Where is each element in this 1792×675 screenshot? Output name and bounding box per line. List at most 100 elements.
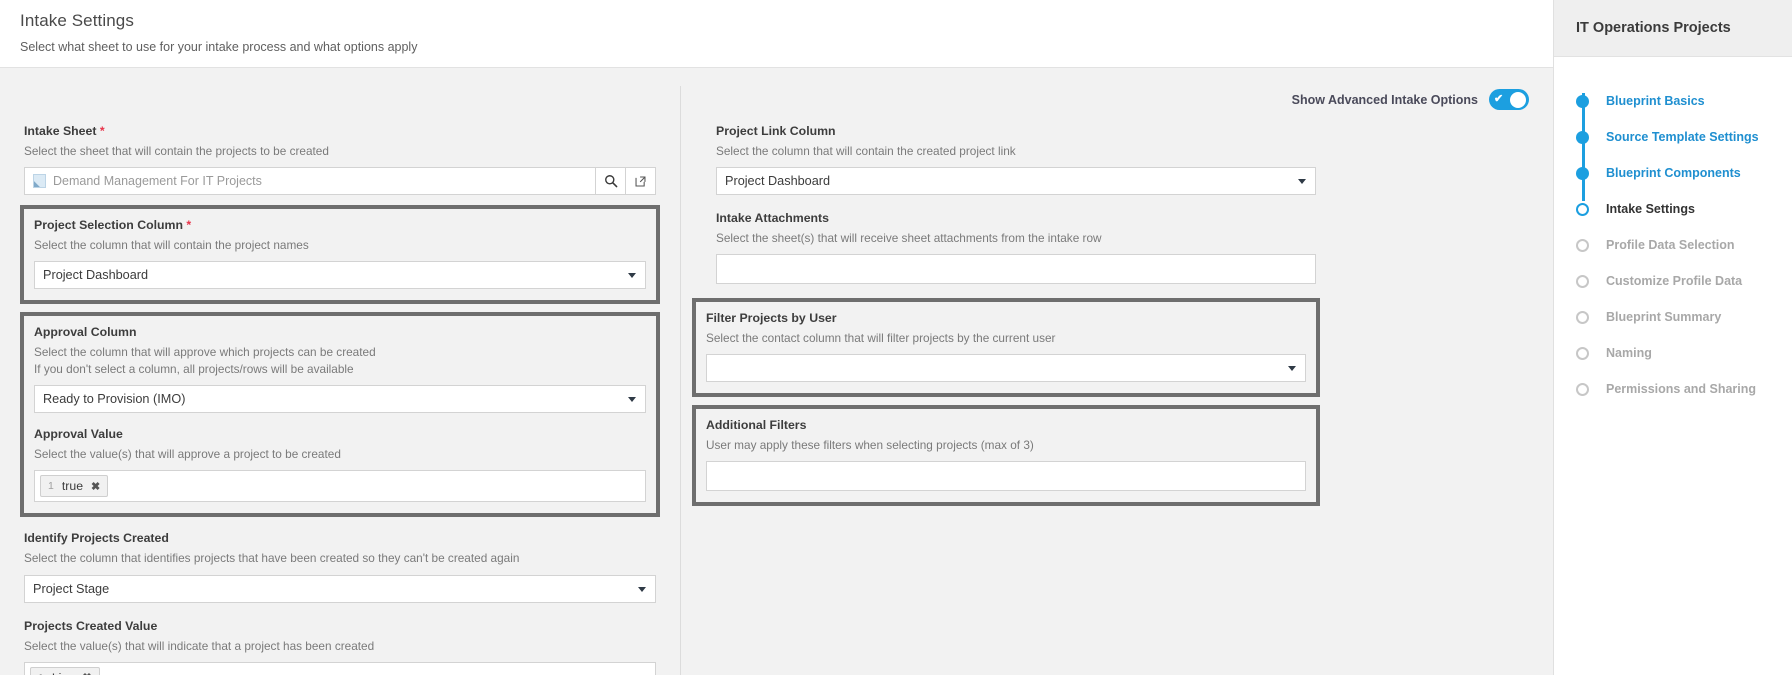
sidebar-step-profile-data-selection[interactable]: Profile Data Selection	[1554, 227, 1792, 263]
project-link-column-value: Project Dashboard	[725, 174, 831, 189]
intake-sheet-value: Demand Management For IT Projects	[53, 174, 262, 189]
sidebar-step-blueprint-components[interactable]: Blueprint Components	[1554, 155, 1792, 191]
projects-created-value-token-box[interactable]: 1 Live ✖	[24, 661, 656, 675]
step-marker	[1576, 238, 1606, 252]
approval-value-token-box[interactable]: 1 true ✖	[34, 470, 646, 503]
filter-projects-by-user-select[interactable]	[706, 354, 1306, 383]
intake-sheet-input[interactable]: Demand Management For IT Projects	[24, 167, 596, 196]
sidebar-step-intake-settings[interactable]: Intake Settings	[1554, 191, 1792, 227]
project-selection-column-label: Project Selection Column *	[34, 218, 192, 233]
sidebar-header: IT Operations Projects	[1554, 0, 1792, 57]
sidebar-step-blueprint-summary[interactable]: Blueprint Summary	[1554, 299, 1792, 335]
step-label: Intake Settings	[1606, 202, 1695, 216]
highlight-project-selection-column: Project Selection Column * Select the co…	[20, 205, 660, 305]
project-link-column-select[interactable]: Project Dashboard	[716, 167, 1316, 196]
project-selection-column-select[interactable]: Project Dashboard	[34, 261, 646, 290]
token-label: true	[61, 479, 84, 494]
open-external-icon	[635, 176, 646, 187]
field-project-link-column: Project Link Column Select the column th…	[692, 124, 1340, 196]
token-remove-icon[interactable]: ✖	[82, 671, 91, 675]
step-marker	[1576, 310, 1606, 324]
step-dot-current-icon	[1576, 202, 1589, 216]
approval-value-help: Select the value(s) that will approve a …	[34, 447, 341, 462]
sidebar-step-source-template-settings[interactable]: Source Template Settings	[1554, 119, 1792, 155]
page-subtitle: Select what sheet to use for your intake…	[20, 40, 418, 54]
step-label: Blueprint Basics	[1606, 94, 1705, 108]
step-label: Blueprint Summary	[1606, 310, 1722, 324]
token-label: Live	[52, 671, 75, 675]
step-dot-filled-icon	[1576, 94, 1589, 108]
approval-column-help-line1: Select the column that will approve whic…	[34, 345, 376, 360]
step-marker	[1576, 382, 1606, 396]
left-column: Intake Sheet * Select the sheet that wil…	[0, 124, 680, 675]
field-approval-column: Approval Column Select the column that w…	[24, 325, 656, 414]
approval-value-label: Approval Value	[34, 427, 123, 442]
step-dot-empty-icon	[1576, 346, 1589, 360]
approval-column-select[interactable]: Ready to Provision (IMO)	[34, 385, 646, 414]
chevron-down-icon	[628, 397, 636, 403]
approval-column-help: Select the column that will approve whic…	[34, 344, 646, 378]
page-header: Intake Settings Select what sheet to use…	[0, 0, 1553, 68]
token-index: 1	[38, 672, 44, 675]
wizard-sidebar: IT Operations Projects Blueprint Basics …	[1554, 0, 1792, 675]
intake-sheet-input-row: Demand Management For IT Projects	[24, 167, 656, 196]
intake-sheet-open-button[interactable]	[626, 167, 656, 196]
field-approval-value: Approval Value Select the value(s) that …	[24, 427, 656, 503]
intake-sheet-label: Intake Sheet *	[24, 124, 105, 138]
highlight-filter-projects-by-user: Filter Projects by User Select the conta…	[692, 298, 1320, 398]
token-remove-icon[interactable]: ✖	[91, 480, 100, 493]
step-label: Profile Data Selection	[1606, 238, 1735, 252]
step-marker	[1576, 130, 1606, 144]
filter-projects-by-user-label: Filter Projects by User	[706, 311, 837, 326]
step-dot-empty-icon	[1576, 274, 1589, 288]
step-label: Permissions and Sharing	[1606, 382, 1757, 396]
wizard-steps: Blueprint Basics Source Template Setting…	[1554, 57, 1792, 407]
token: 1 true ✖	[40, 475, 109, 498]
step-connector-line	[1581, 93, 1585, 201]
field-additional-filters: Additional Filters User may apply these …	[696, 418, 1316, 492]
step-label: Blueprint Components	[1606, 166, 1741, 180]
intake-sheet-search-button[interactable]	[596, 167, 626, 196]
chevron-down-icon	[628, 273, 636, 279]
required-marker: *	[99, 124, 105, 138]
step-marker	[1576, 166, 1606, 180]
project-link-column-label: Project Link Column	[716, 124, 836, 138]
identify-projects-created-select[interactable]: Project Stage	[24, 574, 656, 603]
right-column: Project Link Column Select the column th…	[680, 124, 1340, 675]
form-columns: Intake Sheet * Select the sheet that wil…	[0, 68, 1553, 675]
settings-body: Show Advanced Intake Options ✔ Intake Sh…	[0, 68, 1553, 675]
intake-attachments-input[interactable]	[716, 254, 1316, 285]
additional-filters-input[interactable]	[706, 461, 1306, 492]
step-dot-empty-icon	[1576, 382, 1589, 396]
sidebar-step-naming[interactable]: Naming	[1554, 335, 1792, 371]
project-link-column-help: Select the column that will contain the …	[716, 144, 1016, 158]
sidebar-title: IT Operations Projects	[1576, 20, 1731, 36]
projects-created-value-help: Select the value(s) that will indicate t…	[24, 638, 375, 653]
field-projects-created-value: Projects Created Value Select the value(…	[0, 619, 680, 675]
sidebar-step-customize-profile-data[interactable]: Customize Profile Data	[1554, 263, 1792, 299]
intake-attachments-help: Select the sheet(s) that will receive sh…	[716, 231, 1102, 246]
approval-column-value: Ready to Provision (IMO)	[43, 392, 186, 407]
field-identify-projects-created: Identify Projects Created Select the col…	[0, 531, 680, 603]
project-selection-column-help: Select the column that will contain the …	[34, 238, 309, 253]
step-dot-empty-icon	[1576, 310, 1589, 324]
sidebar-step-blueprint-basics[interactable]: Blueprint Basics	[1554, 83, 1792, 119]
step-marker	[1576, 94, 1606, 108]
additional-filters-label: Additional Filters	[706, 418, 807, 433]
page-title: Intake Settings	[20, 11, 134, 30]
step-dot-filled-icon	[1576, 130, 1589, 144]
identify-projects-created-help: Select the column that identifies projec…	[24, 551, 520, 566]
field-intake-attachments: Intake Attachments Select the sheet(s) t…	[692, 211, 1340, 285]
required-marker: *	[186, 218, 192, 233]
token-index: 1	[48, 480, 54, 493]
step-marker	[1576, 202, 1606, 216]
main-content: Intake Settings Select what sheet to use…	[0, 0, 1554, 675]
step-dot-filled-icon	[1576, 166, 1589, 180]
sheet-icon	[33, 174, 46, 189]
chevron-down-icon	[1288, 366, 1296, 372]
search-icon	[604, 175, 617, 188]
sidebar-step-permissions-and-sharing[interactable]: Permissions and Sharing	[1554, 371, 1792, 407]
approval-column-label: Approval Column	[34, 325, 137, 340]
step-label: Customize Profile Data	[1606, 274, 1743, 288]
field-intake-sheet: Intake Sheet * Select the sheet that wil…	[0, 124, 680, 196]
